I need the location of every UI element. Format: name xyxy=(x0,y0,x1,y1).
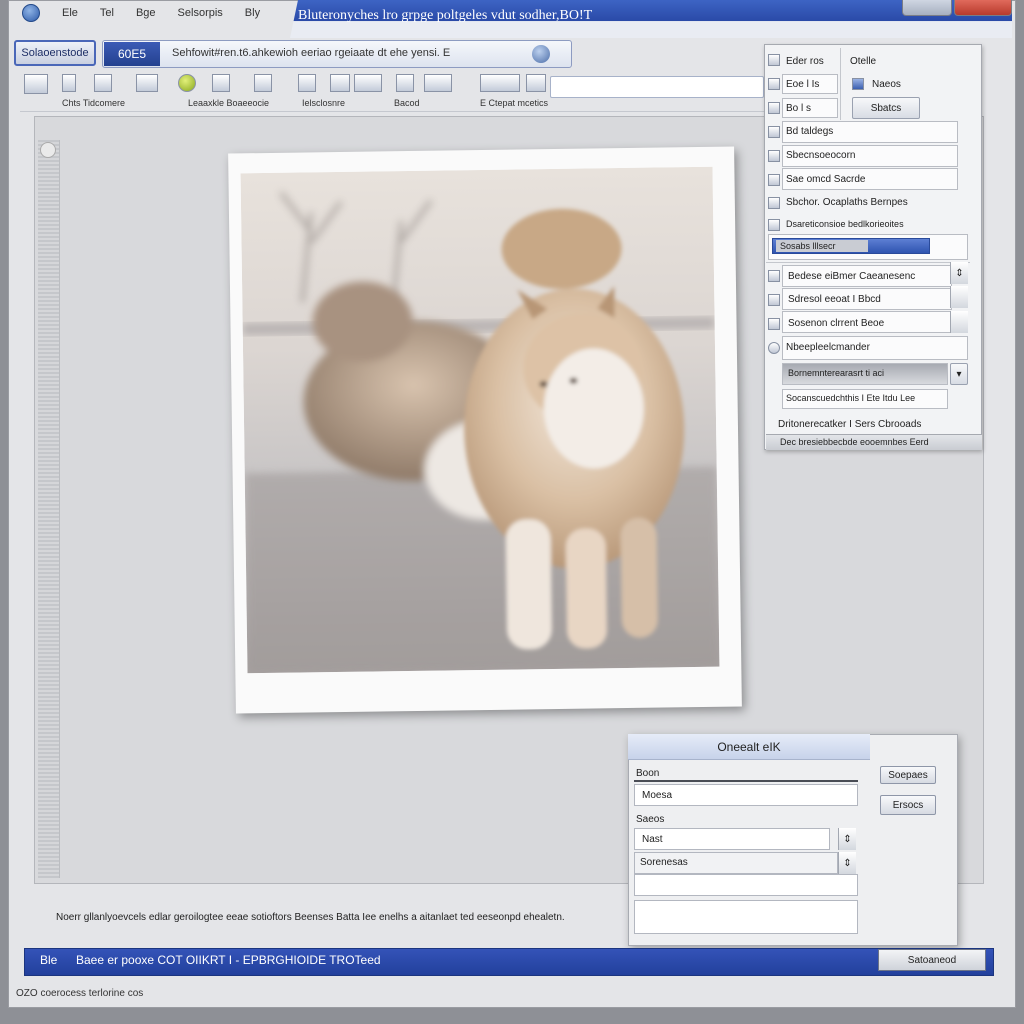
grid-icon[interactable] xyxy=(330,74,350,92)
menu-item-options[interactable]: Selsorpis xyxy=(178,7,223,19)
dialog-rule xyxy=(634,780,858,782)
image-caption: Noerr gllanlyoevcels edlar geroilogtee e… xyxy=(56,912,565,923)
page-icon[interactable] xyxy=(62,74,76,92)
panel-spin-1[interactable]: ⇕ xyxy=(950,262,968,284)
address-tag: 60E5 xyxy=(104,42,160,66)
panel-r4: Sbecnsoeocorn xyxy=(786,150,856,161)
panel-r9: Bedese eiBmer Caeanesenc xyxy=(788,271,916,282)
columns-icon[interactable] xyxy=(354,74,382,92)
panel-header-right[interactable]: Otelle xyxy=(850,56,876,67)
panel-icon-7 xyxy=(768,197,780,209)
layout-icon[interactable] xyxy=(298,74,316,92)
dialog-textarea[interactable] xyxy=(634,900,858,934)
dialog-field-2-value: Nast xyxy=(642,834,663,845)
panel-divider xyxy=(840,48,841,120)
globe-icon[interactable] xyxy=(22,4,40,22)
panel-r6: Sbchor. Ocaplaths Bernpes xyxy=(786,197,908,208)
status-id: Ble xyxy=(40,953,58,967)
dialog-label-1: Boon xyxy=(636,768,660,779)
panel-r1-right: Naeos xyxy=(872,79,901,90)
image-icon[interactable] xyxy=(24,74,48,94)
toolbar-label-4: Bacod xyxy=(394,98,420,108)
monitor-icon[interactable] xyxy=(136,74,158,92)
menu-item-file[interactable]: Ele xyxy=(62,7,78,19)
toolbar-search-input[interactable] xyxy=(550,76,764,98)
color-icon[interactable] xyxy=(178,74,196,92)
panel-field-1-value: Eoe l Is xyxy=(786,79,820,90)
panel-r14: Socanscuedchthis I Ete Itdu Lee xyxy=(786,393,916,403)
panel-separator xyxy=(766,262,970,263)
close-button[interactable] xyxy=(954,0,1012,16)
dialog-ok-button[interactable]: Soepaes xyxy=(880,766,936,784)
dialog-field-1-value: Moesa xyxy=(642,790,673,801)
window-icon[interactable] xyxy=(94,74,112,92)
panel-icon-11 xyxy=(768,318,780,330)
footer-text: OZO coerocess terlorine cos xyxy=(16,988,144,999)
minimize-button[interactable] xyxy=(902,0,952,16)
dialog-spin-2[interactable]: ⇕ xyxy=(838,852,856,874)
panel-icon-5 xyxy=(768,150,780,162)
dialog-spin-1[interactable]: ⇕ xyxy=(838,828,856,850)
scroll-thumb[interactable] xyxy=(40,142,56,158)
dialog-field-3-value: Sorenesas xyxy=(640,857,688,868)
picture-icon[interactable] xyxy=(424,74,452,92)
panel-header-left[interactable]: Eder ros xyxy=(786,56,824,67)
dialog-field-4[interactable] xyxy=(634,874,858,896)
dialog-title[interactable]: Oneealt eIK xyxy=(628,734,870,760)
panel-r8-label: Sosabs lllsecr xyxy=(780,241,836,251)
toolbar-label-5: E Ctepat mcetics xyxy=(480,98,549,108)
toolbar-label-1: Chts Tidcomere xyxy=(62,98,126,108)
vertical-scrollbar[interactable] xyxy=(38,140,60,878)
menu-item-view[interactable]: Bge xyxy=(136,7,156,19)
panel-r13: Bornemnterearasrt ti aci xyxy=(788,368,885,378)
panel-icon-2 xyxy=(768,78,780,90)
toolbar-label-3: Ielsclosnre xyxy=(302,98,346,108)
panel-spin-2[interactable] xyxy=(950,286,968,308)
panel-r3: Bd taldegs xyxy=(786,126,834,137)
panel-icon-3 xyxy=(768,102,780,114)
panel-row-icon xyxy=(768,54,780,66)
go-icon[interactable] xyxy=(532,45,550,63)
menu-item-help[interactable]: Bly xyxy=(245,7,260,19)
panel-link-icon xyxy=(852,78,864,90)
blank-page-icon[interactable] xyxy=(396,74,414,92)
settings-icon[interactable] xyxy=(526,74,546,92)
back-button[interactable]: Solaoenstode xyxy=(14,40,96,66)
dialog-cancel-button[interactable]: Ersocs xyxy=(880,795,936,815)
cat-photo-illustration xyxy=(240,166,720,674)
panel-icon-6 xyxy=(768,174,780,186)
address-text[interactable]: Sehfowit#ren.t6.ahkewioh eeriao rgeiaate… xyxy=(172,47,522,59)
dialog-label-2: Saeos xyxy=(636,814,665,825)
panel-r5: Sae omcd Sacrde xyxy=(786,174,866,185)
panel-r15: Dritonerecatker I Sers Cbrooads xyxy=(778,419,922,430)
panel-spin-3[interactable] xyxy=(950,311,968,333)
folder-icon[interactable] xyxy=(212,74,230,92)
panel-r11: Sosenon clrrent Beoe xyxy=(788,318,885,329)
document-icon[interactable] xyxy=(254,74,272,92)
panel-icon-8 xyxy=(768,219,780,231)
window-title: Bluteronyches lro grpge poltgeles vdut s… xyxy=(298,8,593,23)
view-icon[interactable] xyxy=(480,74,520,92)
chevron-down-icon[interactable]: ▾ xyxy=(950,363,968,385)
panel-r12: Nbeepleelcmander xyxy=(786,342,870,353)
panel-r7: Dsareticonsioe bedlkorieoites xyxy=(786,219,904,229)
panel-radio-icon[interactable] xyxy=(768,342,780,354)
status-action-button[interactable]: Satoaneod xyxy=(878,949,986,971)
menubar: Ele Tel Bge Selsorpis Bly xyxy=(8,0,298,26)
dialog-field-2[interactable] xyxy=(634,828,830,850)
panel-icon-10 xyxy=(768,294,780,306)
panel-field-2-value: Bo l s xyxy=(786,103,812,114)
panel-r10: Sdresol eeoat I Bbcd xyxy=(788,294,881,305)
panel-apply-button[interactable]: Sbatcs xyxy=(852,97,920,119)
panel-icon-4 xyxy=(768,126,780,138)
status-text: Baee er pooxe COT OIIKRT I - EPBRGHIOIDE… xyxy=(76,953,381,967)
cat-photo[interactable] xyxy=(240,166,720,674)
toolbar-label-2: Leaaxkle Boaeeocie xyxy=(188,98,270,108)
panel-r16: Dec bresiebbecbde eooemnbes Eerd xyxy=(780,437,929,447)
panel-icon-9 xyxy=(768,270,780,282)
menu-item-edit[interactable]: Tel xyxy=(100,7,114,19)
